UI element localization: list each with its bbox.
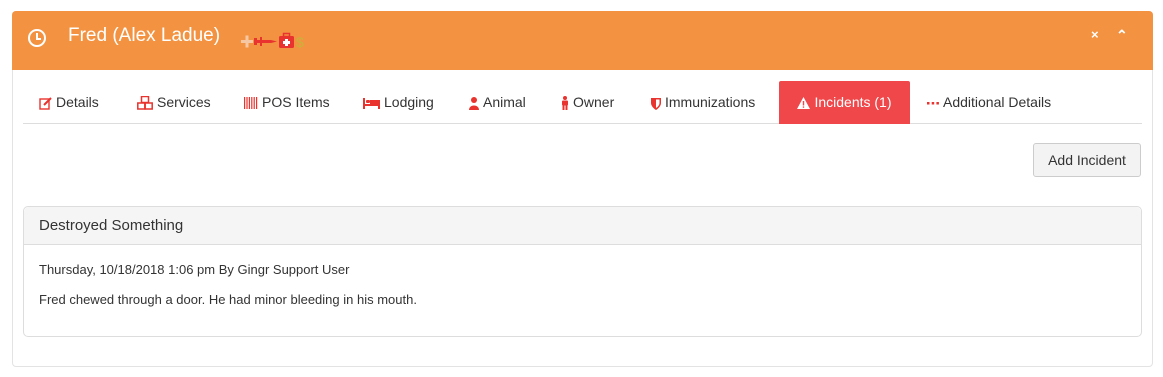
barcode-icon [244, 97, 258, 110]
collapse-icon[interactable]: ⌃ [1116, 27, 1128, 44]
user-icon [469, 96, 479, 110]
incident-card: Destroyed Something Thursday, 10/18/2018… [23, 206, 1142, 337]
tab-details[interactable]: Details [39, 81, 99, 124]
tab-services[interactable]: Services [137, 81, 211, 124]
tab-label: Owner [573, 94, 615, 110]
bed-icon [363, 98, 380, 110]
tab-label: Animal [483, 94, 526, 110]
tab-additional-details[interactable]: Additional Details [927, 81, 1051, 124]
tab-label: Services [157, 94, 211, 110]
person-icon [562, 96, 568, 111]
page-title: Fred (Alex Ladue) [68, 25, 221, 46]
tab-label: Immunizations [665, 94, 756, 110]
incident-title: Destroyed Something [24, 207, 1141, 245]
clock-icon [28, 29, 46, 47]
tab-animal[interactable]: Animal [469, 81, 526, 124]
status-icons: $ [241, 32, 304, 50]
incident-description: Fred chewed through a door. He had minor… [39, 292, 417, 307]
syringe-icon [254, 37, 277, 46]
dollar-icon: $ [296, 34, 304, 50]
incident-meta: Thursday, 10/18/2018 1:06 pm By Gingr Su… [39, 262, 350, 277]
edit-icon [39, 97, 52, 110]
shield-icon [651, 97, 661, 110]
warning-icon [797, 97, 811, 110]
tab-label: POS Items [262, 94, 330, 110]
pet-panel: Fred (Alex Ladue) $ × ⌃ Details Services… [12, 11, 1153, 367]
ellipsis-icon [927, 102, 939, 105]
tab-label: Lodging [384, 94, 434, 110]
add-incident-button[interactable]: Add Incident [1033, 143, 1141, 177]
tab-immunizations[interactable]: Immunizations [651, 81, 755, 124]
first-aid-kit-icon [279, 32, 294, 48]
tab-label: Incidents (1) [814, 94, 892, 110]
close-icon[interactable]: × [1091, 27, 1099, 42]
cubes-icon [137, 96, 153, 111]
tab-bar: Details Services POS Items Lodging Anima… [23, 81, 1142, 124]
tab-pos-items[interactable]: POS Items [244, 81, 330, 124]
plus-cross-icon [241, 35, 253, 48]
tab-label: Details [56, 94, 99, 110]
panel-header: Fred (Alex Ladue) $ × ⌃ [12, 11, 1153, 70]
tab-owner[interactable]: Owner [561, 81, 614, 124]
tab-incidents[interactable]: Incidents (1) [779, 81, 910, 124]
tab-lodging[interactable]: Lodging [363, 81, 434, 124]
tab-label: Additional Details [943, 94, 1052, 110]
